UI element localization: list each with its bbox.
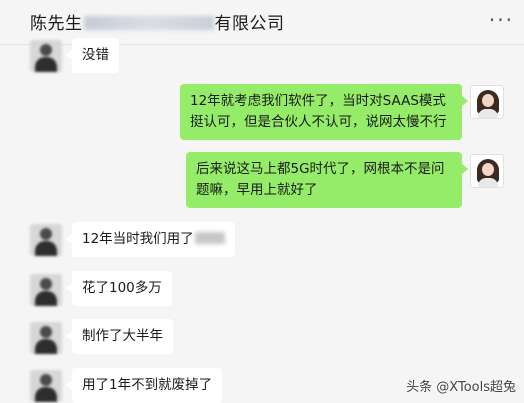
contact-avatar[interactable] [30, 370, 62, 402]
chat-title-suffix: 有限公司 [214, 14, 285, 34]
contact-avatar[interactable] [30, 40, 62, 72]
more-options-icon[interactable]: ··· [489, 8, 514, 32]
watermark-text: 头条 @XTools超兔 [406, 380, 516, 395]
chat-title: 陈先生 有限公司 [30, 9, 285, 34]
message-bubble-outgoing: 后来说这马上都5G时代了，网根本不是问题嘛，早用上就好了 [186, 152, 468, 208]
message-bubble-incoming: 没错 [66, 38, 119, 73]
message-bubble-incoming: 12年当时我们用了 [66, 222, 235, 257]
my-avatar[interactable] [470, 154, 504, 188]
contact-avatar[interactable] [30, 274, 62, 306]
message-bubble-incoming: 制作了大半年 [66, 319, 173, 354]
message-bubble-outgoing: 12年就考虑我们软件了，当时对SAAS模式挺认可，但是合伙人不认可，说网太慢不行 [180, 84, 468, 140]
message-bubble-incoming: 用了1年不到就废掉了 [65, 368, 223, 403]
chat-title-name: 陈先生 [30, 14, 83, 34]
my-avatar[interactable] [470, 85, 504, 119]
message-bubble-incoming: 花了100多万 [66, 271, 172, 306]
redacted-company-name [83, 16, 214, 30]
contact-avatar[interactable] [30, 322, 62, 354]
contact-avatar[interactable] [30, 224, 62, 256]
redacted-text [194, 232, 225, 244]
message-text: 12年当时我们用了 [82, 231, 194, 247]
